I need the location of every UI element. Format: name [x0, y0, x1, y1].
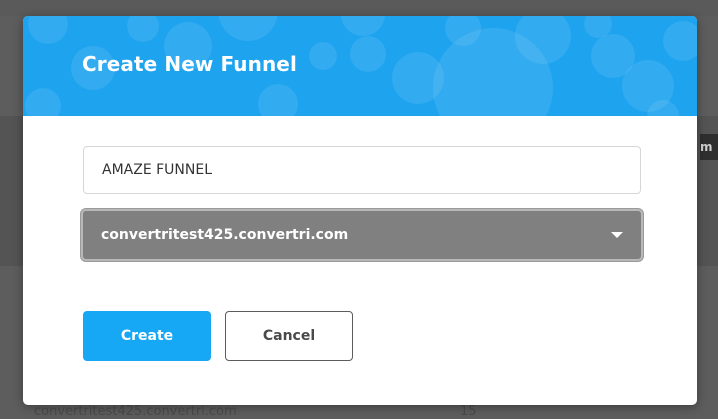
background-topbar	[0, 0, 718, 16]
background-domain-text: convertritest425.convertri.com	[34, 404, 237, 419]
domain-select-value: convertritest425.convertri.com	[101, 227, 349, 243]
modal-header: Create New Funnel	[23, 16, 697, 116]
caret-down-icon	[611, 232, 623, 238]
modal-title: Create New Funnel	[82, 52, 297, 76]
domain-select[interactable]: convertritest425.convertri.com	[81, 209, 643, 261]
background-right-tab: m	[700, 134, 718, 160]
cancel-button[interactable]: Cancel	[225, 311, 353, 361]
funnel-name-input[interactable]	[83, 146, 641, 194]
create-button[interactable]: Create	[83, 311, 211, 361]
create-funnel-modal: Create New Funnel convertritest425.conve…	[23, 16, 697, 405]
background-count: 15	[460, 404, 477, 419]
